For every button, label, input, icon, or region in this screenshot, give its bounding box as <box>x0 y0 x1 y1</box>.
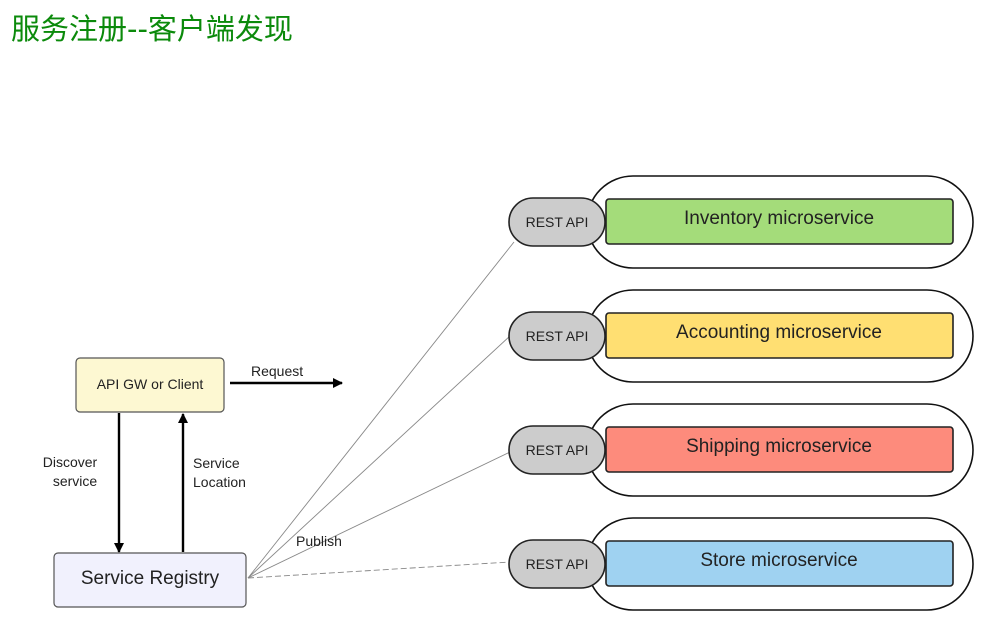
rest-api-label: REST API <box>526 328 589 344</box>
publish-line-inventory <box>247 241 515 579</box>
microservice-label: Store microservice <box>700 550 857 571</box>
discover-service-arrow: Discover service <box>43 413 124 553</box>
location-label-line1: Service <box>193 455 240 471</box>
service-row-store-microservice: REST API Store microservice <box>508 517 974 611</box>
publish-line-store <box>247 561 511 579</box>
publish-label: Publish <box>296 533 342 549</box>
publish-line-shipping <box>247 451 511 579</box>
rest-api-label: REST API <box>526 442 589 458</box>
rest-api-label: REST API <box>526 214 589 230</box>
request-label: Request <box>251 363 303 379</box>
service-discovery-diagram: REST API Inventory microservice REST API Ac… <box>43 175 974 611</box>
location-label-line2: Location <box>193 474 246 490</box>
registry-label: Service Registry <box>81 568 220 589</box>
service-row-accounting-microservice: REST API Accounting microservice <box>508 289 974 383</box>
service-row-shipping-microservice: REST API Shipping microservice <box>508 403 974 497</box>
rest-api-label: REST API <box>526 556 589 572</box>
service-location-arrow: Service Location <box>178 413 246 552</box>
microservice-label: Accounting microservice <box>676 322 882 343</box>
discover-label-line2: service <box>53 473 98 489</box>
request-arrow: Request <box>230 363 343 388</box>
discover-label-line1: Discover <box>43 454 98 470</box>
api-gateway-client-node[interactable]: API GW or Client <box>75 357 225 413</box>
client-label: API GW or Client <box>97 376 204 392</box>
service-row-inventory-microservice: REST API Inventory microservice <box>508 175 974 269</box>
microservice-label: Shipping microservice <box>686 436 872 457</box>
service-registry-node[interactable]: Service Registry <box>53 552 247 608</box>
publish-connectors <box>247 241 515 579</box>
microservice-label: Inventory microservice <box>684 208 874 229</box>
